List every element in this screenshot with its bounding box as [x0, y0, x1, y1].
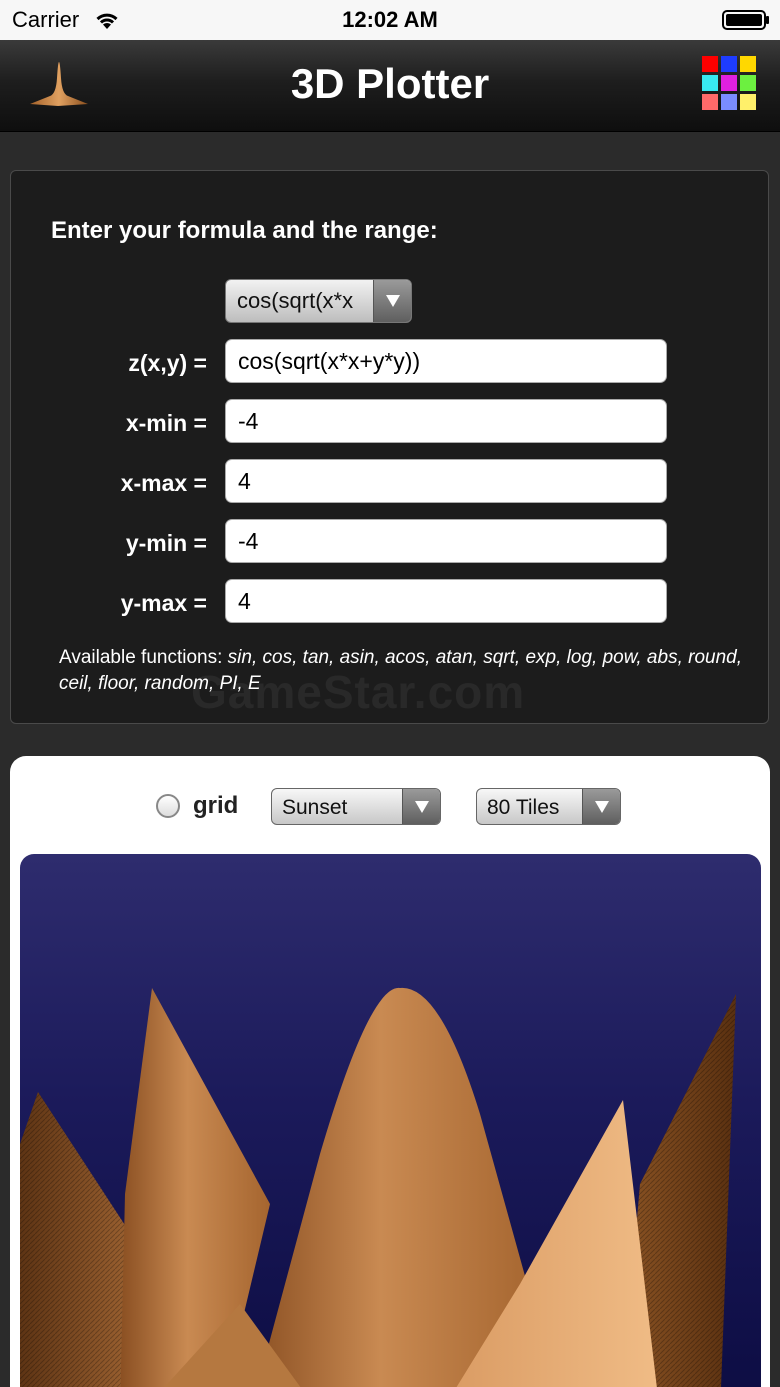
grid-label: grid [193, 792, 239, 819]
surface-plot [20, 987, 736, 1387]
grid-checkbox[interactable] [156, 794, 180, 818]
palette-swatch [702, 75, 718, 91]
color-grid-icon[interactable] [702, 56, 758, 112]
palette-swatch [702, 94, 718, 110]
chevron-down-icon [582, 789, 620, 824]
y-max-label: y-max = [120, 590, 207, 616]
battery-icon [722, 10, 769, 30]
color-scheme-value: Sunset [282, 796, 348, 819]
formula-preset-select[interactable]: cos(sqrt(x*x [225, 279, 412, 323]
formula-heading: Enter your formula and the range: [51, 217, 438, 244]
plot-canvas[interactable] [20, 854, 761, 1387]
z-formula-input[interactable] [225, 339, 667, 383]
available-functions-note: Available functions: sin, cos, tan, asin… [59, 645, 759, 697]
palette-swatch [740, 75, 756, 91]
plot-panel: grid Sunset 80 Tiles [10, 756, 770, 1387]
palette-swatch [740, 56, 756, 72]
x-min-label: x-min = [125, 410, 207, 436]
palette-swatch [721, 75, 737, 91]
y-min-input[interactable] [225, 519, 667, 563]
y-max-input[interactable] [225, 579, 667, 623]
status-time: 12:02 AM [342, 7, 438, 32]
nav-bar: 3D Plotter [0, 40, 780, 132]
preset-select-value: cos(sqrt(x*x [237, 288, 354, 313]
tiles-value: 80 Tiles [487, 796, 560, 819]
x-max-label: x-max = [120, 470, 207, 496]
z-formula-label: z(x,y) = [128, 350, 207, 376]
palette-swatch [702, 56, 718, 72]
x-min-input[interactable] [225, 399, 667, 443]
palette-swatch [740, 94, 756, 110]
functions-prefix: Available functions: [59, 647, 228, 668]
palette-swatch [721, 56, 737, 72]
color-scheme-select[interactable]: Sunset [271, 788, 441, 825]
palette-swatch [721, 94, 737, 110]
chevron-down-icon [402, 789, 440, 824]
x-max-input[interactable] [225, 459, 667, 503]
formula-panel: Enter your formula and the range: cos(sq… [10, 170, 769, 724]
tiles-select[interactable]: 80 Tiles [476, 788, 621, 825]
page-title: 3D Plotter [290, 60, 490, 107]
y-min-label: y-min = [125, 530, 207, 556]
status-bar: Carrier 12:02 AM [0, 0, 780, 40]
chevron-down-icon [373, 280, 411, 322]
